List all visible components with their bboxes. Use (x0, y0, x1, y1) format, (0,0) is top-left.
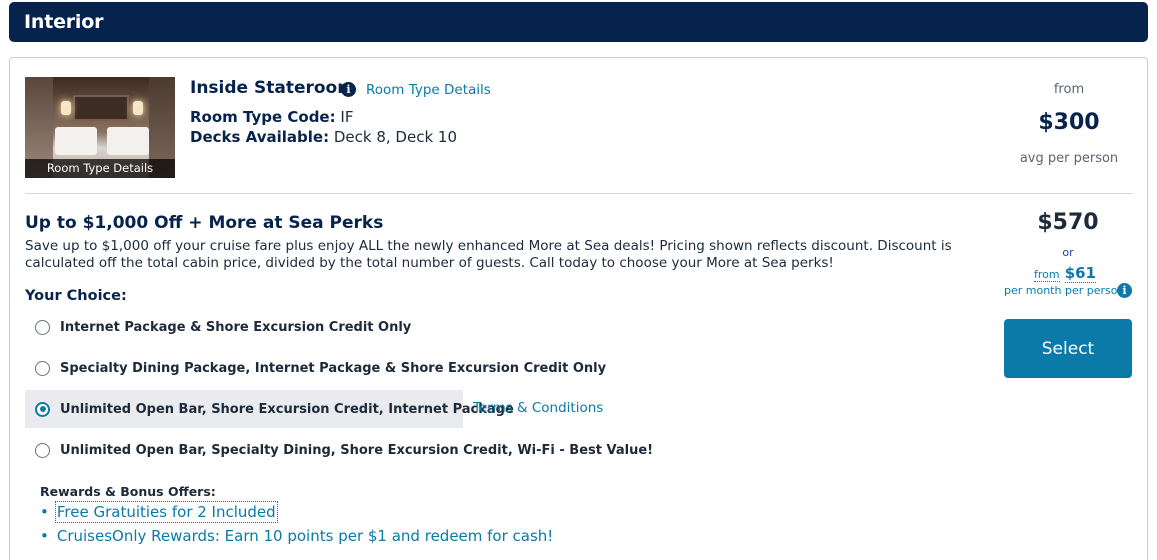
terms-conditions-link[interactable]: Terms & Conditions (473, 400, 603, 416)
reward-item[interactable]: • CruisesOnly Rewards: Earn 10 points per… (40, 527, 553, 545)
per-month-text: per month per person (1004, 284, 1125, 297)
perk-option-selected[interactable]: Unlimited Open Bar, Shore Excursion Cred… (25, 390, 514, 428)
info-icon[interactable]: i (1117, 283, 1132, 298)
category-header: Interior (9, 2, 1148, 42)
perk-option-label: Unlimited Open Bar, Specialty Dining, Sh… (60, 442, 654, 458)
decks-available-value: Deck 8, Deck 10 (333, 128, 457, 146)
category-title: Interior (24, 11, 104, 33)
deal-title: Up to $1,000 Off + More at Sea Perks (25, 213, 384, 233)
perk-option[interactable]: Internet Package & Shore Excursion Credi… (25, 308, 463, 346)
room-price: $300 (1038, 110, 1100, 135)
monthly-price[interactable]: from $61 (1010, 263, 1120, 283)
reward-item-text[interactable]: CruisesOnly Rewards: Earn 10 points per … (57, 527, 553, 545)
room-thumbnail[interactable]: Room Type Details (25, 77, 175, 178)
avg-per-person-label: avg per person (1019, 151, 1119, 166)
room-thumbnail-caption[interactable]: Room Type Details (25, 159, 175, 178)
bullet-icon: • (40, 527, 49, 545)
perk-option-label: Unlimited Open Bar, Shore Excursion Cred… (60, 401, 514, 417)
select-button[interactable]: Select (1004, 319, 1132, 378)
your-choice-label: Your Choice: (25, 288, 127, 304)
per-month-label: per month per person (1004, 284, 1124, 297)
deal-description: Save up to $1,000 off your cruise fare p… (25, 238, 952, 271)
rewards-title: Rewards & Bonus Offers: (40, 484, 216, 499)
reward-item[interactable]: • Free Gratuities for 2 Included (40, 501, 278, 523)
room-photo-lamp (61, 101, 71, 115)
room-type-code-value: IF (340, 108, 354, 126)
monthly-price-value[interactable]: $61 (1064, 264, 1096, 283)
room-type-code-label: Room Type Code: (190, 108, 336, 126)
radio-button-checked[interactable] (35, 401, 50, 417)
perk-option[interactable]: Specialty Dining Package, Internet Packa… (25, 349, 606, 387)
room-photo-bed (55, 127, 97, 155)
decks-available-label: Decks Available: (190, 128, 330, 146)
perk-option-label: Internet Package & Shore Excursion Credi… (60, 319, 412, 335)
perk-option-label: Specialty Dining Package, Internet Packa… (60, 360, 607, 376)
reward-item-text[interactable]: Free Gratuities for 2 Included (54, 501, 278, 523)
deal-price: $570 (1037, 210, 1099, 235)
room-photo-bed (107, 127, 149, 155)
room-title: Inside Stateroom (190, 78, 355, 98)
radio-button[interactable] (35, 442, 50, 458)
or-label: or (1062, 246, 1074, 259)
radio-button[interactable] (35, 319, 50, 335)
perk-option[interactable]: Unlimited Open Bar, Specialty Dining, Sh… (25, 431, 653, 469)
radio-button[interactable] (35, 360, 50, 376)
room-photo-lamp (133, 101, 143, 115)
from-label: from (1053, 82, 1085, 97)
info-icon[interactable]: i (341, 82, 356, 97)
room-type-code: Room Type Code: IF (190, 108, 353, 126)
decks-available: Decks Available: Deck 8, Deck 10 (190, 128, 457, 146)
room-photo-headboard (73, 95, 129, 121)
room-type-details-link[interactable]: Room Type Details (366, 82, 491, 98)
bullet-icon: • (40, 503, 49, 521)
monthly-from-label: from (1033, 268, 1060, 282)
section-divider (25, 193, 1133, 194)
